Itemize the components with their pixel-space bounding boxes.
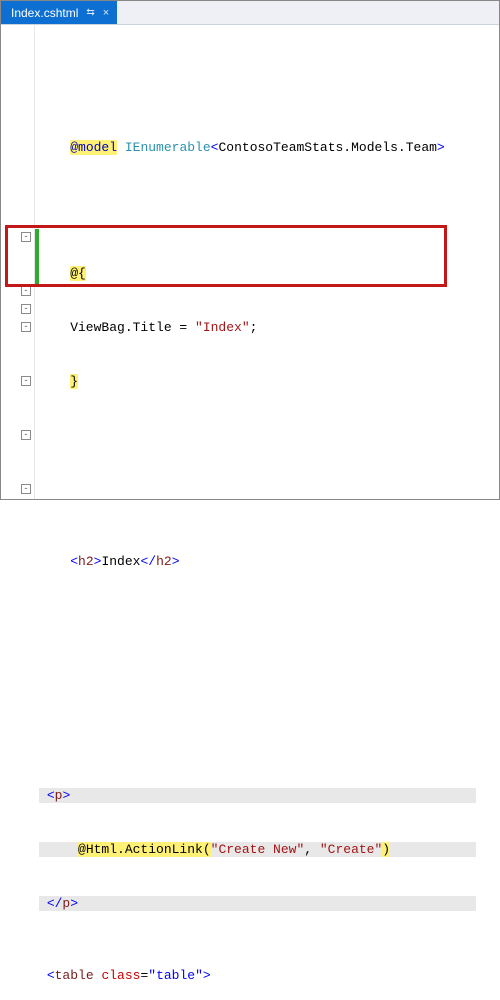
change-marker: [35, 229, 39, 285]
code-line: @{: [35, 265, 499, 283]
outline-toggle[interactable]: -: [21, 322, 31, 332]
code-line: ViewBag.Title = "Index";: [35, 319, 499, 337]
code-line: @model IEnumerable<ContosoTeamStats.Mode…: [35, 139, 499, 157]
outline-toggle[interactable]: -: [21, 430, 31, 440]
code-line: [35, 481, 499, 499]
outline-toggle[interactable]: -: [21, 376, 31, 386]
file-tab[interactable]: Index.cshtml ⇆ ×: [1, 1, 117, 24]
code-line: <p>: [35, 787, 499, 805]
code-area[interactable]: @model IEnumerable<ContosoTeamStats.Mode…: [35, 25, 499, 499]
outline-toggle[interactable]: -: [21, 304, 31, 314]
outline-toggle[interactable]: -: [21, 484, 31, 494]
outline-toggle[interactable]: -: [21, 286, 31, 296]
code-line: [35, 661, 499, 679]
editor-area: - - - - - - - @model IEnumerable<Contoso…: [1, 25, 499, 499]
outline-toggle[interactable]: -: [21, 232, 31, 242]
code-line: [35, 427, 499, 445]
code-line: }: [35, 373, 499, 391]
code-line: [35, 607, 499, 625]
code-line: [35, 715, 499, 733]
outline-gutter: - - - - - - -: [1, 25, 35, 499]
tab-filename: Index.cshtml: [11, 6, 78, 20]
code-line: [35, 193, 499, 211]
code-line: <table class="table">: [35, 967, 499, 985]
tab-bar: Index.cshtml ⇆ ×: [1, 1, 499, 25]
code-line: <h2>Index</h2>: [35, 553, 499, 571]
close-icon[interactable]: ×: [103, 7, 109, 19]
code-line: @Html.ActionLink("Create New", "Create"): [35, 841, 499, 859]
code-line: </p>: [35, 895, 499, 913]
pin-icon[interactable]: ⇆: [86, 7, 94, 18]
